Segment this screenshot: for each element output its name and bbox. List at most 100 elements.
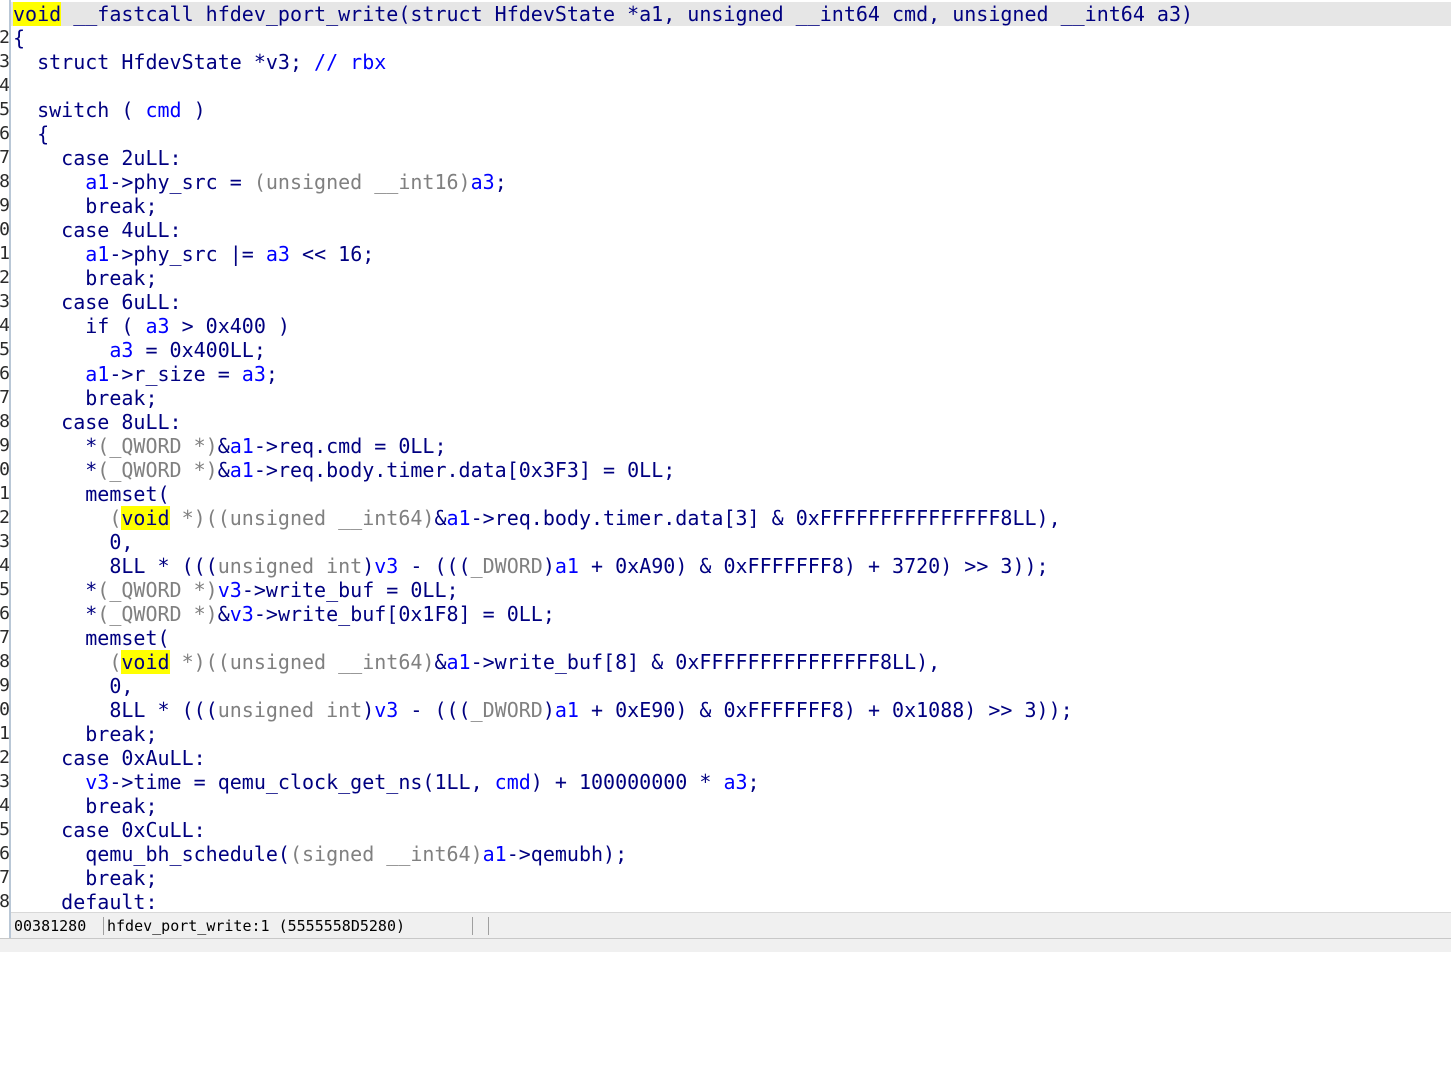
- code-token[interactable]: ): [362, 554, 374, 578]
- code-token[interactable]: a1: [85, 242, 109, 266]
- code-line[interactable]: a1->phy_src = (unsigned __int16)a3;: [11, 170, 1451, 194]
- code-token[interactable]: ->qemubh);: [507, 842, 627, 866]
- code-token[interactable]: *: [13, 458, 97, 482]
- code-token[interactable]: (unsigned __int16): [254, 170, 471, 194]
- code-token[interactable]: &: [218, 434, 230, 458]
- code-token[interactable]: {: [13, 26, 25, 50]
- code-token[interactable]: > 0x400 ): [170, 314, 290, 338]
- code-token[interactable]: // rbx: [314, 50, 386, 74]
- code-token[interactable]: break;: [13, 386, 157, 410]
- code-token[interactable]: v3: [374, 698, 398, 722]
- code-token[interactable]: a1: [85, 170, 109, 194]
- code-line[interactable]: a1->phy_src |= a3 << 16;: [11, 242, 1451, 266]
- code-token[interactable]: a1: [555, 698, 579, 722]
- code-line[interactable]: {: [11, 26, 1451, 50]
- code-token[interactable]: break;: [13, 722, 157, 746]
- code-token[interactable]: break;: [13, 194, 157, 218]
- code-token[interactable]: a3: [109, 338, 133, 362]
- code-line[interactable]: case 6uLL:: [11, 290, 1451, 314]
- code-line[interactable]: break;: [11, 794, 1451, 818]
- code-token[interactable]: ->req.body.timer.data[3] & 0xFFFFFFFFFFF…: [471, 506, 1061, 530]
- code-line[interactable]: switch ( cmd ): [11, 98, 1451, 122]
- code-line[interactable]: memset(: [11, 626, 1451, 650]
- code-line[interactable]: 0,: [11, 530, 1451, 554]
- code-token[interactable]: a1: [230, 458, 254, 482]
- code-token[interactable]: ): [182, 98, 206, 122]
- code-line[interactable]: {: [11, 122, 1451, 146]
- code-token[interactable]: ->phy_src |=: [109, 242, 266, 266]
- code-token[interactable]: break;: [13, 794, 157, 818]
- code-token[interactable]: break;: [13, 266, 157, 290]
- code-token[interactable]: ->write_buf[8] & 0xFFFFFFFFFFFFFFF8LL),: [471, 650, 941, 674]
- code-token[interactable]: case 4uLL:: [13, 218, 181, 242]
- code-token[interactable]: *: [13, 578, 97, 602]
- code-token[interactable]: (_QWORD *): [97, 458, 217, 482]
- code-line[interactable]: case 0xCuLL:: [11, 818, 1451, 842]
- code-token[interactable]: _DWORD: [471, 554, 543, 578]
- code-line[interactable]: void __fastcall hfdev_port_write(struct …: [11, 2, 1451, 26]
- code-token[interactable]: ->time = qemu_clock_get_ns(1LL,: [109, 770, 494, 794]
- code-token[interactable]: - (((: [398, 554, 470, 578]
- code-token[interactable]: memset(: [13, 626, 169, 650]
- code-line[interactable]: if ( a3 > 0x400 ): [11, 314, 1451, 338]
- code-token[interactable]: (_QWORD *): [97, 578, 217, 602]
- code-token[interactable]: a1: [230, 434, 254, 458]
- code-line[interactable]: (void *)((unsigned __int64)&a1->req.body…: [11, 506, 1451, 530]
- highlighted-token[interactable]: void: [13, 2, 62, 26]
- code-token[interactable]: 8LL * (((: [13, 554, 217, 578]
- code-token[interactable]: [13, 362, 85, 386]
- code-token[interactable]: ->req.body.timer.data[0x3F3] = 0LL;: [254, 458, 675, 482]
- code-token[interactable]: [13, 650, 109, 674]
- highlighted-token[interactable]: void: [121, 650, 170, 674]
- code-token[interactable]: ->write_buf = 0LL;: [242, 578, 459, 602]
- code-token[interactable]: cmd: [145, 98, 181, 122]
- pseudocode-view[interactable]: void __fastcall hfdev_port_write(struct …: [11, 0, 1451, 912]
- code-token[interactable]: {: [13, 122, 49, 146]
- code-token[interactable]: v3: [230, 602, 254, 626]
- code-line[interactable]: default:: [11, 890, 1451, 912]
- code-line[interactable]: v3->time = qemu_clock_get_ns(1LL, cmd) +…: [11, 770, 1451, 794]
- code-token[interactable]: a1: [555, 554, 579, 578]
- code-token[interactable]: - (((: [398, 698, 470, 722]
- code-token[interactable]: a1: [447, 506, 471, 530]
- code-token[interactable]: [13, 506, 109, 530]
- code-token[interactable]: + 0xA90) & 0xFFFFFFF8) + 3720) >> 3));: [579, 554, 1049, 578]
- code-line[interactable]: *(_QWORD *)&a1->req.body.timer.data[0x3F…: [11, 458, 1451, 482]
- code-token[interactable]: v3: [85, 770, 109, 794]
- code-token[interactable]: << 16;: [290, 242, 374, 266]
- code-line[interactable]: (void *)((unsigned __int64)&a1->write_bu…: [11, 650, 1451, 674]
- code-token[interactable]: _DWORD: [471, 698, 543, 722]
- code-line[interactable]: *(_QWORD *)v3->write_buf = 0LL;: [11, 578, 1451, 602]
- code-token[interactable]: default:: [13, 890, 157, 912]
- code-token[interactable]: &: [218, 602, 230, 626]
- code-token[interactable]: a3: [242, 362, 266, 386]
- code-token[interactable]: &: [434, 506, 446, 530]
- code-line[interactable]: 8LL * (((unsigned int)v3 - (((_DWORD)a1 …: [11, 698, 1451, 722]
- code-token[interactable]: qemu_bh_schedule(: [13, 842, 290, 866]
- code-token[interactable]: switch (: [13, 98, 145, 122]
- code-line[interactable]: case 8uLL:: [11, 410, 1451, 434]
- code-line[interactable]: 0,: [11, 674, 1451, 698]
- code-line[interactable]: break;: [11, 266, 1451, 290]
- code-token[interactable]: ): [362, 698, 374, 722]
- code-token[interactable]: a1: [85, 362, 109, 386]
- code-token[interactable]: (_QWORD *): [97, 434, 217, 458]
- code-token[interactable]: a1: [483, 842, 507, 866]
- code-token[interactable]: cmd: [495, 770, 531, 794]
- code-line[interactable]: case 2uLL:: [11, 146, 1451, 170]
- code-line[interactable]: break;: [11, 866, 1451, 890]
- code-line[interactable]: break;: [11, 722, 1451, 746]
- code-token[interactable]: [13, 770, 85, 794]
- code-token[interactable]: = 0x400LL;: [133, 338, 265, 362]
- code-line[interactable]: break;: [11, 194, 1451, 218]
- code-token[interactable]: v3: [218, 578, 242, 602]
- code-token[interactable]: a3: [145, 314, 169, 338]
- code-line[interactable]: break;: [11, 386, 1451, 410]
- code-token[interactable]: v3: [374, 554, 398, 578]
- code-line[interactable]: case 4uLL:: [11, 218, 1451, 242]
- code-token[interactable]: *)((unsigned __int64): [170, 650, 435, 674]
- code-token[interactable]: [13, 338, 109, 362]
- code-token[interactable]: ): [543, 698, 555, 722]
- code-token[interactable]: case 0xAuLL:: [13, 746, 206, 770]
- code-token[interactable]: case 2uLL:: [13, 146, 181, 170]
